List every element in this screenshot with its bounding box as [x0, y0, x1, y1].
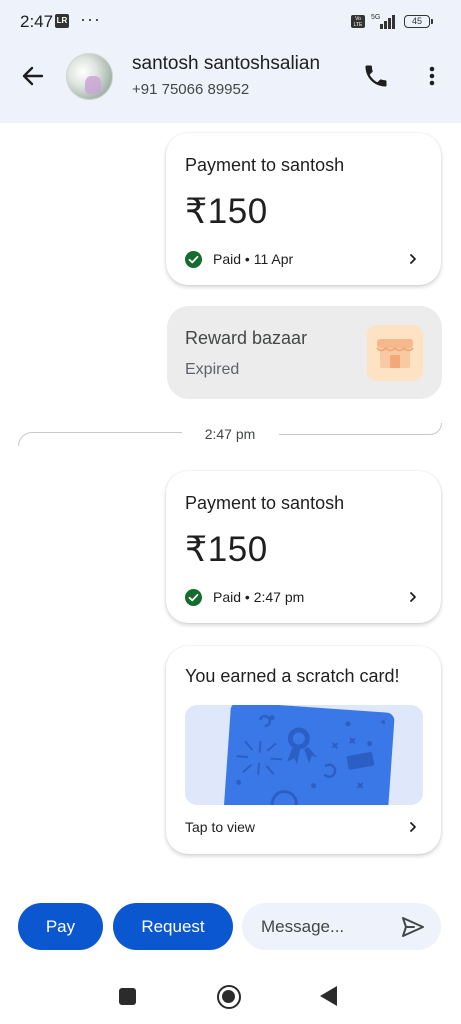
- scratch-card-illustration: [185, 705, 423, 805]
- scratch-card[interactable]: You earned a scratch card! Tap to view: [166, 646, 441, 854]
- payment-title: Payment to santosh: [185, 493, 345, 513]
- arrow-back-icon: [22, 66, 44, 86]
- status-time: 2:47: [20, 12, 54, 31]
- reward-title: Reward bazaar: [185, 328, 308, 348]
- check-circle-icon: [185, 588, 202, 606]
- payment-card[interactable]: Payment to santosh ₹150 Paid • 2:47 pm: [166, 471, 441, 623]
- volte-icon: Vo LTE: [351, 15, 365, 28]
- payment-amount: ₹150: [185, 192, 268, 231]
- lightroom-notification-icon: LR: [55, 14, 69, 28]
- system-navigation-bar: [0, 960, 461, 1024]
- tap-to-view-label: Tap to view: [185, 819, 256, 835]
- contact-phone: +91 75066 89952: [132, 81, 250, 98]
- reward-status: Expired: [185, 361, 240, 378]
- network-type-label: 5G: [371, 14, 380, 21]
- divider-line: [279, 423, 442, 435]
- pay-button[interactable]: Pay: [18, 903, 103, 950]
- more-options-button[interactable]: [420, 62, 444, 90]
- avatar[interactable]: [66, 53, 113, 100]
- payment-status: Paid • 11 Apr: [213, 251, 294, 267]
- status-bar: 2:47 LR ··· Vo LTE 5G 45: [0, 0, 461, 44]
- request-button[interactable]: Request: [113, 903, 233, 950]
- avatar-photo: [85, 76, 101, 94]
- check-circle-icon: [185, 250, 202, 268]
- payment-status-row: Paid • 2:47 pm: [185, 588, 304, 606]
- nav-back-icon[interactable]: [320, 986, 337, 1006]
- payment-amount: ₹150: [185, 530, 268, 569]
- reward-bazaar-card[interactable]: Reward bazaar Expired: [167, 306, 442, 399]
- recents-icon[interactable]: [119, 988, 136, 1005]
- back-button[interactable]: [18, 60, 50, 92]
- payment-status-row: Paid • 11 Apr: [185, 250, 293, 268]
- more-vert-icon: [429, 66, 435, 86]
- payment-status: Paid • 2:47 pm: [213, 589, 305, 605]
- home-icon[interactable]: [217, 985, 241, 1009]
- phone-icon: [365, 65, 387, 87]
- battery-icon: 45: [404, 15, 433, 28]
- chevron-right-icon: [410, 254, 416, 264]
- chevron-right-icon: [410, 822, 416, 832]
- storefront-icon: [367, 325, 423, 381]
- scratch-card-title: You earned a scratch card!: [185, 666, 400, 686]
- chevron-right-icon: [410, 592, 416, 602]
- call-button[interactable]: [362, 62, 390, 90]
- send-icon: [402, 917, 424, 937]
- send-button[interactable]: [400, 914, 426, 940]
- payment-card[interactable]: Payment to santosh ₹150 Paid • 11 Apr: [166, 133, 441, 285]
- payment-title: Payment to santosh: [185, 155, 345, 175]
- timestamp-divider: 2:47 pm: [204, 426, 256, 442]
- divider-line: [18, 432, 182, 446]
- more-notifications-icon: ···: [80, 9, 101, 29]
- contact-name[interactable]: santosh santoshsalian: [132, 53, 320, 75]
- signal-icon: 5G: [370, 12, 400, 30]
